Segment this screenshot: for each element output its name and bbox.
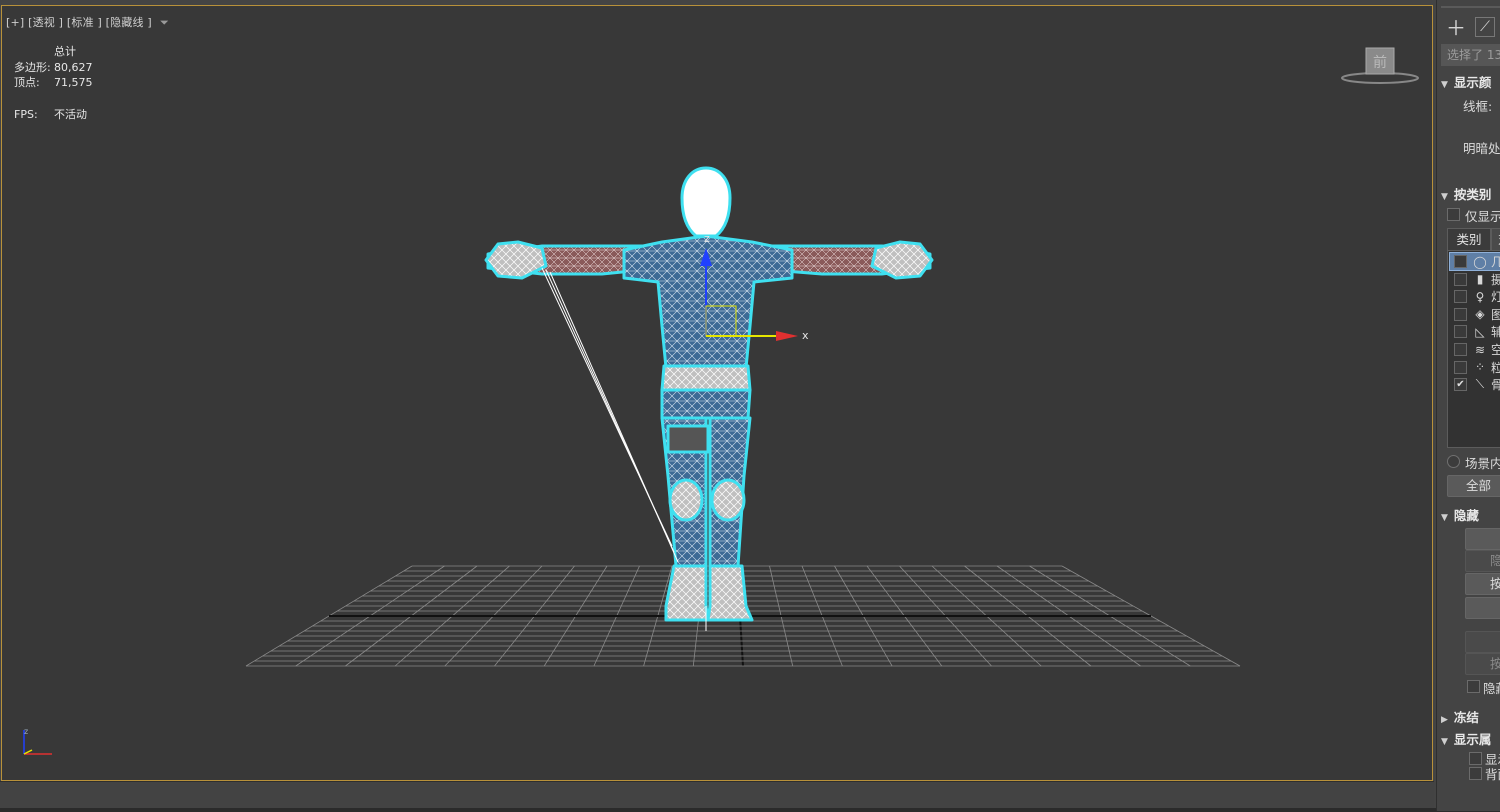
hide-button[interactable] bbox=[1465, 528, 1500, 550]
list-item[interactable]: ✔ ⟍ 骨 bbox=[1450, 376, 1500, 393]
display-checkbox-2[interactable] bbox=[1469, 767, 1482, 780]
rollout-freeze[interactable]: ▶ 冻结 bbox=[1441, 707, 1500, 726]
wireframe-label: 线框: bbox=[1463, 99, 1493, 114]
category-checkbox[interactable] bbox=[1454, 255, 1467, 268]
character-wireframe[interactable]: x z bbox=[484, 166, 934, 631]
list-item[interactable]: ◯几 bbox=[1449, 252, 1500, 271]
hide-button[interactable]: 隐 bbox=[1465, 550, 1500, 572]
list-item[interactable]: ◺辅 bbox=[1450, 323, 1500, 340]
tab-other[interactable]: 对 bbox=[1491, 228, 1500, 252]
tab-category[interactable]: 类别 bbox=[1447, 228, 1491, 251]
funnel-icon[interactable]: ⏷ bbox=[160, 16, 169, 29]
category-label: 图 bbox=[1491, 306, 1500, 323]
particle-icon: ⁘ bbox=[1474, 360, 1486, 375]
world-axis-tripod: z bbox=[23, 727, 52, 755]
hide-button[interactable]: 按 bbox=[1465, 573, 1500, 595]
only-show-checkbox[interactable] bbox=[1447, 208, 1460, 221]
display-checkbox-1[interactable] bbox=[1469, 752, 1482, 765]
category-label: 粒 bbox=[1491, 359, 1500, 376]
list-item[interactable]: ◈图 bbox=[1450, 306, 1500, 323]
rollout-by-category[interactable]: ▼ 按类别 bbox=[1441, 184, 1500, 203]
bone-icon: ⟍ bbox=[1475, 377, 1485, 392]
shape-icon: ◈ bbox=[1475, 307, 1485, 322]
polygons-label: 多边形: bbox=[14, 60, 51, 74]
rollout-display-properties[interactable]: ▼ 显示属 bbox=[1441, 729, 1500, 748]
light-icon: ♀ bbox=[1475, 289, 1485, 304]
rollout-hide[interactable]: ▼ 隐藏 bbox=[1441, 505, 1500, 524]
category-label: 摄 bbox=[1491, 271, 1500, 288]
spacewarp-icon: ≋ bbox=[1474, 342, 1486, 357]
category-list[interactable]: ◯几▮摄♀灯◈图◺辅≋空⁘粒✔⟍骨 bbox=[1447, 250, 1500, 448]
modify-curve-icon[interactable]: ⟋ bbox=[1475, 17, 1495, 37]
hide-check-label: 隐藏 bbox=[1483, 681, 1500, 696]
category-label: 骨 bbox=[1491, 376, 1500, 393]
stats-header: 总计 bbox=[54, 45, 76, 58]
display-check-2-label: 背面 bbox=[1485, 767, 1500, 782]
scene-radio[interactable] bbox=[1447, 455, 1460, 468]
viewcube-face-label: 前 bbox=[1373, 54, 1387, 71]
list-item[interactable]: ⁘粒 bbox=[1450, 359, 1500, 376]
category-label: 灯 bbox=[1491, 288, 1500, 305]
rollout-display-color[interactable]: ▼ 显示颜 bbox=[1441, 72, 1500, 91]
hide-button[interactable] bbox=[1465, 631, 1500, 653]
gizmo-z-label: z bbox=[704, 232, 710, 245]
category-checkbox[interactable]: ✔ bbox=[1454, 378, 1467, 392]
all-button[interactable]: 全部 bbox=[1447, 475, 1500, 497]
viewport-label-menu[interactable]: [+] [透视 ] [标准 ] [隐藏线 ] ⏷ bbox=[6, 14, 169, 30]
only-show-label: 仅显示 bbox=[1465, 209, 1500, 224]
list-item[interactable]: ≋空 bbox=[1450, 341, 1500, 358]
fps-label: FPS: bbox=[14, 107, 38, 121]
perspective-viewport[interactable]: x z z [+] [透视 ] [标准 ] [隐藏线 ] ⏷ 总计 多边形: 80,… bbox=[1, 5, 1433, 781]
category-label: 辅 bbox=[1491, 323, 1500, 340]
category-checkbox[interactable] bbox=[1454, 343, 1467, 356]
category-label: 几 bbox=[1491, 253, 1500, 270]
list-item[interactable]: ▮摄 bbox=[1450, 271, 1500, 288]
category-checkbox[interactable] bbox=[1454, 290, 1467, 304]
hide-button[interactable]: 按 bbox=[1465, 653, 1500, 675]
plus-icon[interactable]: ＋ bbox=[1443, 14, 1469, 40]
polygons-value: 80,627 bbox=[54, 60, 93, 74]
selection-count: 选择了 13 bbox=[1441, 44, 1500, 66]
category-checkbox[interactable] bbox=[1454, 360, 1467, 374]
fps-value: 不活动 bbox=[54, 107, 87, 121]
geometry-icon: ◯ bbox=[1473, 254, 1487, 269]
category-checkbox[interactable] bbox=[1454, 272, 1467, 286]
list-item[interactable]: ♀灯 bbox=[1450, 288, 1500, 305]
vertices-label: 顶点: bbox=[14, 76, 40, 89]
viewcube[interactable]: 前 bbox=[1340, 44, 1420, 88]
scene-statistics: 总计 多边形: 80,627 顶点: 71,575 FPS: 不活动 bbox=[14, 44, 93, 122]
hide-button[interactable] bbox=[1465, 597, 1500, 619]
command-panel: ＋ ⟋ 选择了 13 ▼显示颜 线框: 明暗处理 ▼按类别 仅显示 类别 对 ◯… bbox=[1436, 0, 1500, 811]
svg-text:z: z bbox=[24, 727, 28, 736]
category-label: 空 bbox=[1491, 341, 1500, 358]
category-checkbox[interactable] bbox=[1454, 325, 1467, 339]
hide-checkbox[interactable] bbox=[1467, 680, 1480, 693]
shaded-label: 明暗处理 bbox=[1463, 141, 1500, 156]
category-checkbox[interactable] bbox=[1454, 307, 1467, 321]
status-bar bbox=[0, 781, 1500, 812]
scene-canvas[interactable]: x z z bbox=[2, 6, 1432, 780]
camera-icon: ▮ bbox=[1476, 272, 1484, 287]
helper-icon: ◺ bbox=[1475, 324, 1485, 339]
vertices-value: 71,575 bbox=[54, 76, 93, 89]
gizmo-x-label: x bbox=[802, 329, 809, 342]
scene-radio-label: 场景内 bbox=[1465, 456, 1500, 471]
